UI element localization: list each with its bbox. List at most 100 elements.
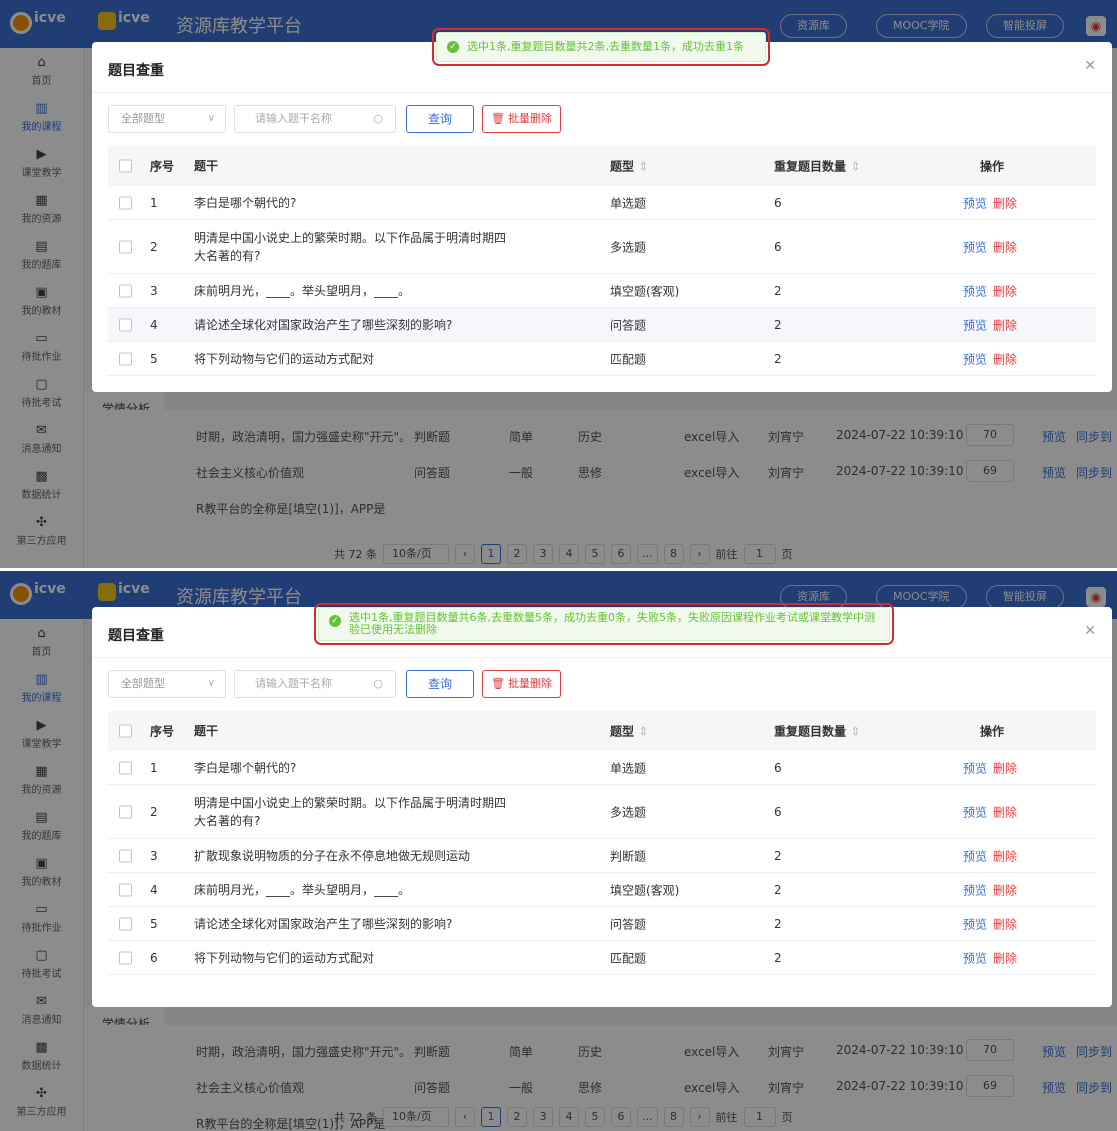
table-row: 1 李白是哪个朝代的? 单选题 6 预览 删除 <box>108 186 1096 220</box>
table-row: 2 明清是中国小说史上的繁荣时期。以下作品属于明清时期四大名著的有? 多选题 6 预览删… <box>108 220 1096 274</box>
row-ops: 预览 删除 <box>963 803 1017 820</box>
batch-delete-button[interactable]: 🗑 批量删除 <box>482 670 561 698</box>
preview-link[interactable]: 预览 <box>963 917 987 931</box>
col-count-label: 重复题目数量 <box>774 724 847 739</box>
query-button[interactable]: 查询 <box>406 670 474 698</box>
trash-icon: 🗑 <box>491 677 505 690</box>
row-checkbox[interactable] <box>119 883 132 896</box>
row-no: 6 <box>150 950 158 965</box>
close-icon[interactable]: ✕ <box>1084 58 1096 74</box>
table-row: 5 将下列动物与它们的运动方式配对 匹配题 2 预览 删除 <box>108 342 1096 376</box>
delete-link[interactable]: 删除 <box>993 318 1017 332</box>
batch-delete-button[interactable]: 🗑 批量删除 <box>482 105 561 133</box>
preview-link[interactable]: 预览 <box>963 352 987 366</box>
col-stem: 题干 <box>194 724 219 738</box>
row-no: 5 <box>150 351 158 366</box>
preview-link[interactable]: 预览 <box>963 849 987 863</box>
row-stem: 明清是中国小说史上的繁荣时期。以下作品属于明清时期四大名著的有? <box>194 795 507 828</box>
row-type: 判断题 <box>610 849 647 863</box>
check-circle-icon: ✓ <box>329 615 341 627</box>
query-button[interactable]: 查询 <box>406 105 474 133</box>
search-input[interactable]: 请输入题干名称 ○ <box>234 670 396 698</box>
chevron-down-icon: ∨ <box>207 113 215 124</box>
row-checkbox[interactable] <box>119 196 132 209</box>
row-no: 5 <box>150 916 158 931</box>
row-checkbox[interactable] <box>119 240 132 253</box>
sort-icon: ⇕ <box>850 724 861 739</box>
delete-link[interactable]: 删除 <box>993 805 1017 819</box>
search-input[interactable]: 请输入题干名称 ○ <box>234 105 396 133</box>
preview-link[interactable]: 预览 <box>963 761 987 775</box>
row-stem: 请论述全球化对国家政治产生了哪些深刻的影响? <box>194 916 453 931</box>
search-icon: ○ <box>373 677 383 690</box>
row-stem: 床前明月光，____。举头望明月，____。 <box>194 882 411 897</box>
row-no: 2 <box>150 804 158 819</box>
table-row: 1 李白是哪个朝代的? 单选题 6 预览 删除 <box>108 751 1096 785</box>
dialog-divider <box>92 92 1112 93</box>
preview-link[interactable]: 预览 <box>963 318 987 332</box>
table-row: 4 床前明月光，____。举头望明月，____。 填空题(客观) 2 预览 删除 <box>108 873 1096 907</box>
col-type[interactable]: 题型 ⇕ <box>610 723 648 740</box>
check-circle-icon: ✓ <box>447 41 459 53</box>
col-ops: 操作 <box>980 159 1005 174</box>
dedupe-dialog: 题目查重 ✕ 全部题型 ∨ 请输入题干名称 ○ 查询 🗑 批量删除 序号 题干 题型 … <box>92 42 1112 392</box>
delete-link[interactable]: 删除 <box>993 951 1017 965</box>
col-count[interactable]: 重复题目数量 ⇕ <box>774 158 860 175</box>
preview-link[interactable]: 预览 <box>963 805 987 819</box>
preview-link[interactable]: 预览 <box>963 196 987 210</box>
row-checkbox[interactable] <box>119 761 132 774</box>
row-count: 2 <box>774 916 782 931</box>
type-select[interactable]: 全部题型 ∨ <box>108 105 226 133</box>
row-checkbox[interactable] <box>119 805 132 818</box>
delete-link[interactable]: 删除 <box>993 883 1017 897</box>
col-type[interactable]: 题型 ⇕ <box>610 158 648 175</box>
delete-link[interactable]: 删除 <box>993 284 1017 298</box>
delete-link[interactable]: 删除 <box>993 761 1017 775</box>
row-no: 3 <box>150 848 158 863</box>
row-checkbox[interactable] <box>119 284 132 297</box>
row-count: 2 <box>774 283 782 298</box>
trash-icon: 🗑 <box>491 112 505 125</box>
row-checkbox[interactable] <box>119 917 132 930</box>
success-toast: ✓ 选中1条,重复题目数量共6条,去重数量5条，成功去重0条，失败5条，失败原因… <box>314 603 894 645</box>
preview-link[interactable]: 预览 <box>963 883 987 897</box>
row-checkbox[interactable] <box>119 352 132 365</box>
row-checkbox[interactable] <box>119 318 132 331</box>
row-type: 匹配题 <box>610 352 647 366</box>
row-ops: 预览 删除 <box>963 350 1017 367</box>
row-no: 4 <box>150 882 158 897</box>
preview-link[interactable]: 预览 <box>963 951 987 965</box>
row-stem: 将下列动物与它们的运动方式配对 <box>194 950 375 965</box>
type-select-value: 全部题型 <box>121 677 165 690</box>
row-type: 多选题 <box>610 240 647 254</box>
row-type: 问答题 <box>610 318 647 332</box>
row-no: 2 <box>150 239 158 254</box>
row-stem: 李白是哪个朝代的? <box>194 195 297 210</box>
preview-link[interactable]: 预览 <box>963 284 987 298</box>
col-count[interactable]: 重复题目数量 ⇕ <box>774 723 860 740</box>
table-row: 4 请论述全球化对国家政治产生了哪些深刻的影响? 问答题 2 预览 删除 <box>108 308 1096 342</box>
preview-link[interactable]: 预览 <box>963 240 987 254</box>
table-body: 1 李白是哪个朝代的? 单选题 6 预览 删除 2 明清是中国小说史上的繁荣时期。以下作品属于… <box>108 751 1096 975</box>
select-all-checkbox[interactable] <box>119 724 132 738</box>
sort-icon: ⇕ <box>638 724 649 739</box>
delete-link[interactable]: 删除 <box>993 849 1017 863</box>
duplicate-table: 序号 题干 题型 ⇕ 重复题目数量 ⇕ 操作 1 李白是哪个朝代的? 单选题 6 预览删… <box>108 146 1096 376</box>
delete-link[interactable]: 删除 <box>993 917 1017 931</box>
delete-link[interactable]: 删除 <box>993 240 1017 254</box>
row-checkbox[interactable] <box>119 951 132 964</box>
row-type: 填空题(客观) <box>610 883 680 897</box>
row-ops: 预览 删除 <box>963 238 1017 255</box>
select-all-checkbox[interactable] <box>119 159 132 173</box>
screen-2: icve icve 资源库教学平台 资源库 MOOC学院 智能投屏 ◉ ⌂ 首页 ▥… <box>0 571 1117 1131</box>
row-stem: 明清是中国小说史上的繁荣时期。以下作品属于明清时期四大名著的有? <box>194 230 507 263</box>
row-checkbox[interactable] <box>119 849 132 862</box>
type-select[interactable]: 全部题型 ∨ <box>108 670 226 698</box>
close-icon[interactable]: ✕ <box>1084 623 1096 639</box>
col-type-label: 题型 <box>610 159 635 174</box>
delete-link[interactable]: 删除 <box>993 352 1017 366</box>
row-count: 6 <box>774 239 782 254</box>
table-row: 2 明清是中国小说史上的繁荣时期。以下作品属于明清时期四大名著的有? 多选题 6 预览删… <box>108 785 1096 839</box>
row-ops: 预览 删除 <box>963 915 1017 932</box>
delete-link[interactable]: 删除 <box>993 196 1017 210</box>
